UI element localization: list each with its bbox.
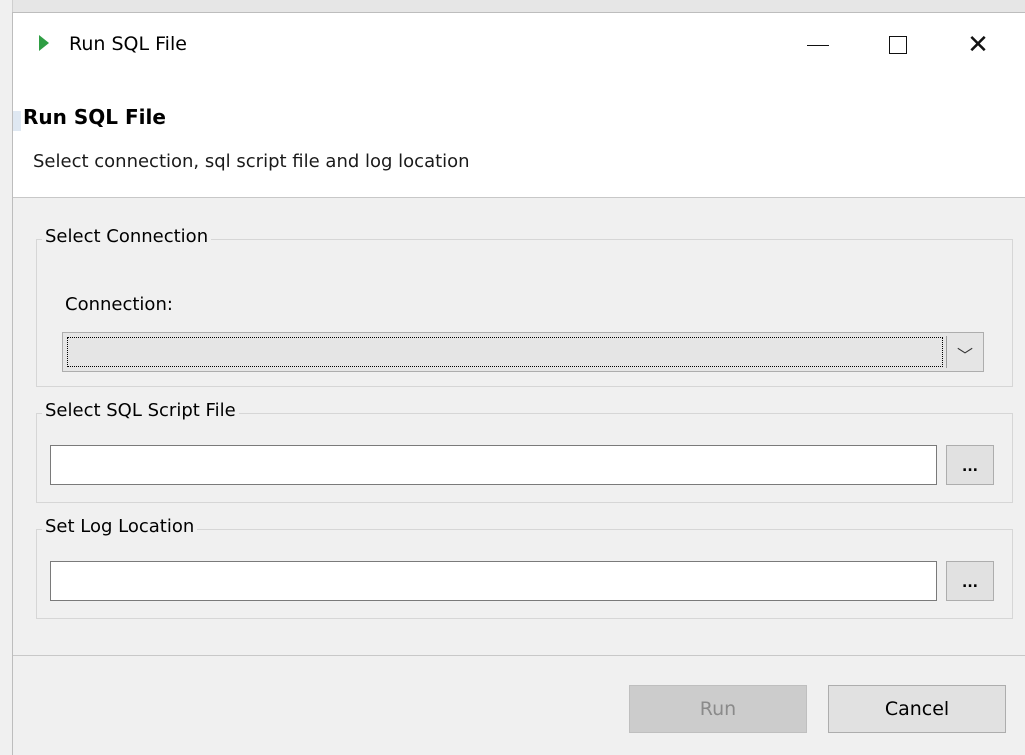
select-connection-legend: Select Connection	[42, 226, 212, 247]
dropdown-divider	[946, 336, 947, 368]
cancel-button[interactable]: Cancel	[828, 685, 1006, 733]
window-title: Run SQL File	[69, 33, 187, 55]
maximize-icon	[889, 36, 907, 54]
title-bar[interactable]: Run SQL File ✕	[13, 13, 1025, 81]
close-button[interactable]: ✕	[953, 25, 1003, 65]
connection-dropdown[interactable]: ﹀	[62, 332, 984, 372]
set-log-location-legend: Set Log Location	[42, 516, 198, 537]
play-triangle-icon	[39, 35, 49, 51]
minimize-icon	[807, 44, 829, 46]
minimize-button[interactable]	[793, 25, 843, 65]
set-log-location-group: Set Log Location ...	[36, 516, 1013, 619]
dialog-header: Run SQL File Select connection, sql scri…	[13, 81, 1025, 198]
dialog-title: Run SQL File	[23, 105, 166, 129]
select-sql-script-legend: Select SQL Script File	[42, 400, 239, 421]
dialog-subtitle: Select connection, sql script file and l…	[33, 151, 470, 172]
log-location-browse-button[interactable]: ...	[946, 561, 994, 601]
sql-script-path-input[interactable]	[50, 445, 937, 485]
select-connection-group: Select Connection Connection: ﹀	[36, 226, 1013, 387]
close-icon: ✕	[967, 30, 989, 60]
select-sql-script-group: Select SQL Script File ...	[36, 400, 1013, 503]
log-location-path-input[interactable]	[50, 561, 937, 601]
header-accent	[13, 111, 21, 131]
run-sql-file-dialog: Run SQL File ✕ Run SQL File Select conne…	[12, 12, 1025, 755]
connection-label: Connection:	[65, 294, 173, 315]
run-button[interactable]: Run	[629, 685, 807, 733]
chevron-down-icon[interactable]: ﹀	[957, 342, 973, 366]
sql-script-browse-button[interactable]: ...	[946, 445, 994, 485]
connection-dropdown-focus	[67, 337, 943, 367]
background-text-fragment	[0, 690, 10, 720]
maximize-button[interactable]	[873, 25, 923, 65]
footer-separator	[13, 655, 1025, 656]
